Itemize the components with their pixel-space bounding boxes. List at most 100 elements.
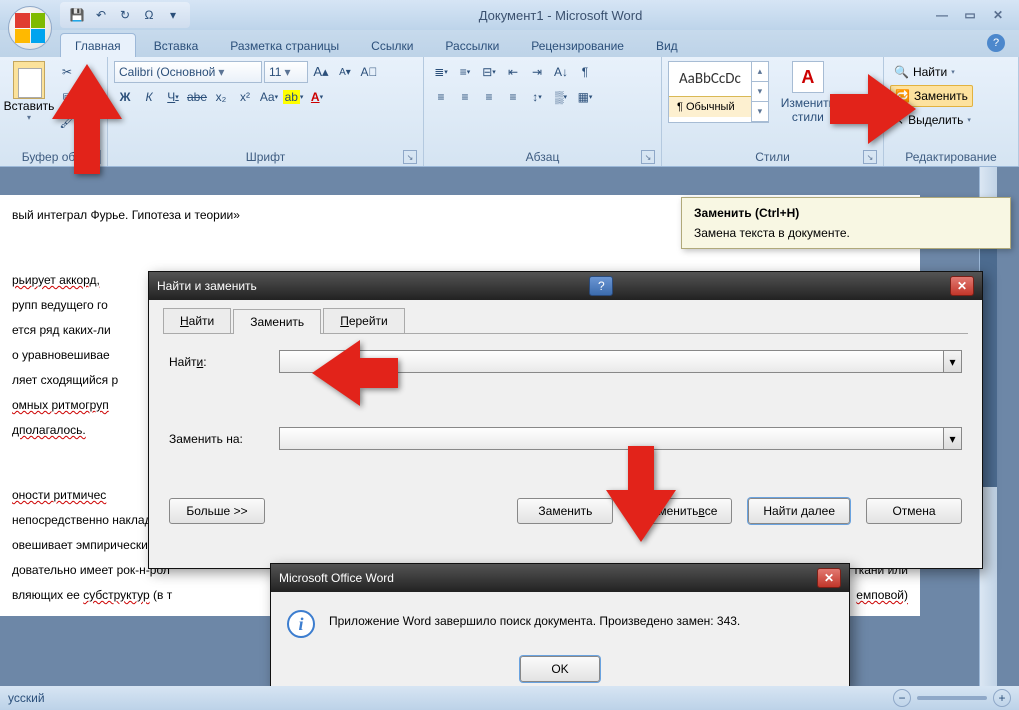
italic-button[interactable]: К [138, 86, 160, 108]
more-button[interactable]: Больше >> [169, 498, 265, 524]
chevron-down-icon[interactable]: ▾ [943, 428, 961, 449]
symbol-icon[interactable]: Ω [138, 4, 160, 26]
quick-access-toolbar: 💾 ↶ ↻ Ω ▾ [60, 2, 190, 28]
help-icon[interactable]: ? [987, 34, 1005, 52]
replace-with-label: Заменить на: [169, 432, 279, 446]
doc-text: вляющих ее [12, 588, 83, 602]
ok-button[interactable]: OK [520, 656, 600, 682]
tab-references[interactable]: Ссылки [357, 34, 427, 57]
shading-icon[interactable]: ▒▾ [550, 86, 572, 108]
doc-text: (в т [150, 588, 173, 602]
window-title: Документ1 - Microsoft Word [190, 8, 931, 23]
doc-text: оности ритмичес [12, 488, 106, 502]
numbering-icon[interactable]: ≡▾ [454, 61, 476, 83]
find-next-button[interactable]: Найти далее [748, 498, 850, 524]
tooltip-title: Заменить (Ctrl+H) [694, 206, 998, 220]
scroll-up-icon[interactable]: ▴ [752, 62, 768, 82]
undo-icon[interactable]: ↶ [90, 4, 112, 26]
strike-button[interactable]: abe [186, 86, 208, 108]
language-indicator[interactable]: усский [8, 691, 45, 705]
tab-review[interactable]: Рецензирование [517, 34, 638, 57]
group-paragraph: ≣▾ ≡▾ ⊟▾ ⇤ ⇥ A↓ ¶ ≡ ≡ ≡ ≡ ↕▾ ▒▾ ▦▾ Абзац… [424, 57, 662, 166]
font-name-combo[interactable]: Calibri (Основной▾ [114, 61, 262, 83]
group-label-editing: Редактирование [905, 150, 996, 164]
decrease-indent-icon[interactable]: ⇤ [502, 61, 524, 83]
dialog-help-button[interactable]: ? [589, 276, 613, 296]
dialog-close-button[interactable]: ✕ [950, 276, 974, 296]
minimize-button[interactable]: — [931, 6, 953, 24]
group-label-styles: Стили [755, 150, 790, 164]
maximize-button[interactable]: ▭ [959, 6, 981, 24]
increase-indent-icon[interactable]: ⇥ [526, 61, 548, 83]
qat-customize-icon[interactable]: ▾ [162, 4, 184, 26]
paste-button[interactable]: Вставить ▾ [6, 61, 52, 122]
bullets-icon[interactable]: ≣▾ [430, 61, 452, 83]
shrink-font-icon[interactable]: A▾ [334, 61, 356, 83]
sort-icon[interactable]: A↓ [550, 61, 572, 83]
superscript-button[interactable]: x² [234, 86, 256, 108]
align-right-icon[interactable]: ≡ [478, 86, 500, 108]
dialog-title: Microsoft Office Word [279, 571, 394, 585]
change-case-button[interactable]: Aa▾ [258, 86, 280, 108]
styles-gallery[interactable]: AaBbCcDc ¶ Обычный ▴ ▾ ▾ [668, 61, 769, 123]
show-marks-icon[interactable]: ¶ [574, 61, 596, 83]
multilevel-list-icon[interactable]: ⊟▾ [478, 61, 500, 83]
zoom-controls[interactable]: − + [893, 689, 1011, 707]
scroll-down-icon[interactable]: ▾ [752, 82, 768, 102]
dialog-titlebar[interactable]: Microsoft Office Word ✕ [271, 564, 849, 592]
tab-mailings[interactable]: Рассылки [431, 34, 513, 57]
align-left-icon[interactable]: ≡ [430, 86, 452, 108]
doc-text: ется ряд каких-ли [12, 323, 111, 337]
close-button[interactable]: ✕ [987, 6, 1009, 24]
tooltip-replace: Заменить (Ctrl+H) Замена текста в докуме… [681, 197, 1011, 249]
font-size-combo[interactable]: 11▾ [264, 61, 308, 83]
title-bar: 💾 ↶ ↻ Ω ▾ Документ1 - Microsoft Word — ▭… [0, 0, 1019, 30]
expand-gallery-icon[interactable]: ▾ [752, 102, 768, 122]
dialog-launcher-icon[interactable]: ↘ [641, 150, 655, 164]
chevron-down-icon: ▾ [27, 113, 31, 122]
doc-text: рупп ведущего го [12, 298, 108, 312]
zoom-out-icon[interactable]: − [893, 689, 911, 707]
tab-layout[interactable]: Разметка страницы [216, 34, 353, 57]
chevron-down-icon[interactable]: ▾ [943, 351, 961, 372]
find-replace-dialog: Найти и заменить ? ✕ Найти Заменить Пере… [148, 271, 983, 569]
fr-tab-find[interactable]: Найти [163, 308, 231, 333]
cancel-button[interactable]: Отмена [866, 498, 962, 524]
tab-home[interactable]: Главная [60, 33, 136, 57]
doc-text: рьирует аккорд, [12, 273, 100, 287]
find-label: Найти: [169, 355, 279, 369]
line-spacing-icon[interactable]: ↕▾ [526, 86, 548, 108]
ribbon-tabs: Главная Вставка Разметка страницы Ссылки… [0, 30, 1019, 57]
tab-view[interactable]: Вид [642, 34, 692, 57]
align-center-icon[interactable]: ≡ [454, 86, 476, 108]
save-icon[interactable]: 💾 [66, 4, 88, 26]
dialog-titlebar[interactable]: Найти и заменить ? ✕ [149, 272, 982, 300]
dialog-launcher-icon[interactable]: ↘ [863, 150, 877, 164]
replace-button[interactable]: Заменить [517, 498, 613, 524]
zoom-in-icon[interactable]: + [993, 689, 1011, 707]
subscript-button[interactable]: x₂ [210, 86, 232, 108]
change-styles-icon: A [792, 61, 824, 93]
tab-insert[interactable]: Вставка [140, 34, 213, 57]
style-name: ¶ Обычный [669, 96, 751, 117]
zoom-slider[interactable] [917, 696, 987, 700]
dialog-close-button[interactable]: ✕ [817, 568, 841, 588]
fr-tab-find-label: айти [189, 314, 215, 328]
highlight-button[interactable]: ab▾ [282, 86, 304, 108]
tooltip-body: Замена текста в документе. [694, 226, 998, 240]
justify-icon[interactable]: ≡ [502, 86, 524, 108]
clear-formatting-icon[interactable]: A⃠ [358, 61, 380, 83]
message-text: Приложение Word завершило поиск документ… [329, 610, 740, 628]
status-bar: усский − + [0, 686, 1019, 710]
redo-icon[interactable]: ↻ [114, 4, 136, 26]
office-button[interactable] [8, 6, 52, 50]
borders-icon[interactable]: ▦▾ [574, 86, 596, 108]
grow-font-icon[interactable]: A▴ [310, 61, 332, 83]
message-box: Microsoft Office Word ✕ i Приложение Wor… [270, 563, 850, 689]
dialog-launcher-icon[interactable]: ↘ [403, 150, 417, 164]
font-color-button[interactable]: A▾ [306, 86, 328, 108]
doc-text: довательно имеет рок-н-рол [12, 558, 170, 583]
fr-tab-goto[interactable]: Перейти [323, 308, 405, 333]
underline-button[interactable]: Ч▾ [162, 86, 184, 108]
fr-tab-replace[interactable]: Заменить [233, 309, 321, 334]
